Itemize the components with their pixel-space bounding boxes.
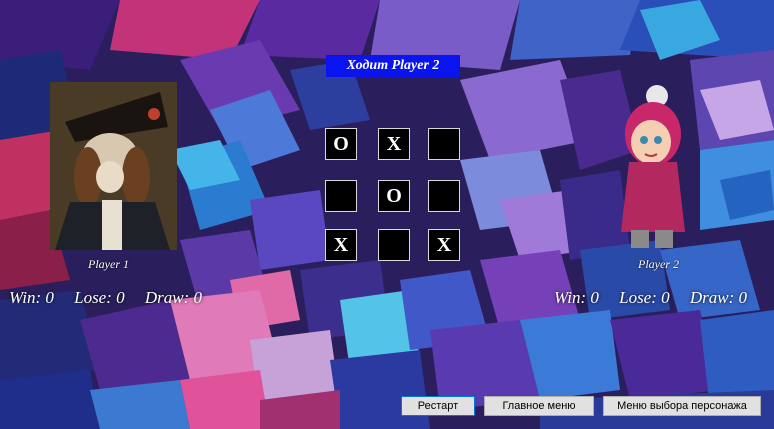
board-cell-1[interactable]: O: [325, 128, 357, 160]
player1-stats: Win: 0 Lose: 0 Draw: 0: [9, 288, 202, 308]
board-cell-4[interactable]: [325, 180, 357, 212]
board-cell-3[interactable]: [428, 128, 460, 160]
player1-portrait: [50, 82, 177, 250]
board-cell-9[interactable]: X: [428, 229, 460, 261]
board-cell-7[interactable]: X: [325, 229, 357, 261]
main-menu-button[interactable]: Главное меню: [484, 396, 594, 416]
player2-label: Player 2: [638, 257, 679, 271]
player2-lose: Lose: 0: [619, 288, 670, 307]
player2-portrait: [615, 82, 695, 252]
player2-win: Win: 0: [554, 288, 599, 307]
restart-button[interactable]: Рестарт: [401, 396, 475, 416]
player1-win: Win: 0: [9, 288, 54, 307]
player1-draw: Draw: 0: [144, 288, 203, 307]
turn-banner: Ходит Player 2: [326, 55, 460, 77]
player2-draw: Draw: 0: [689, 288, 748, 307]
board-cell-8[interactable]: [378, 229, 410, 261]
board-cell-6[interactable]: [428, 180, 460, 212]
player1-lose: Lose: 0: [74, 288, 125, 307]
board-cell-2[interactable]: X: [378, 128, 410, 160]
board-cell-5[interactable]: O: [378, 180, 410, 212]
player2-stats: Win: 0 Lose: 0 Draw: 0: [554, 288, 747, 308]
player1-label: Player 1: [88, 257, 129, 271]
character-select-button[interactable]: Меню выбора персонажа: [603, 396, 761, 416]
